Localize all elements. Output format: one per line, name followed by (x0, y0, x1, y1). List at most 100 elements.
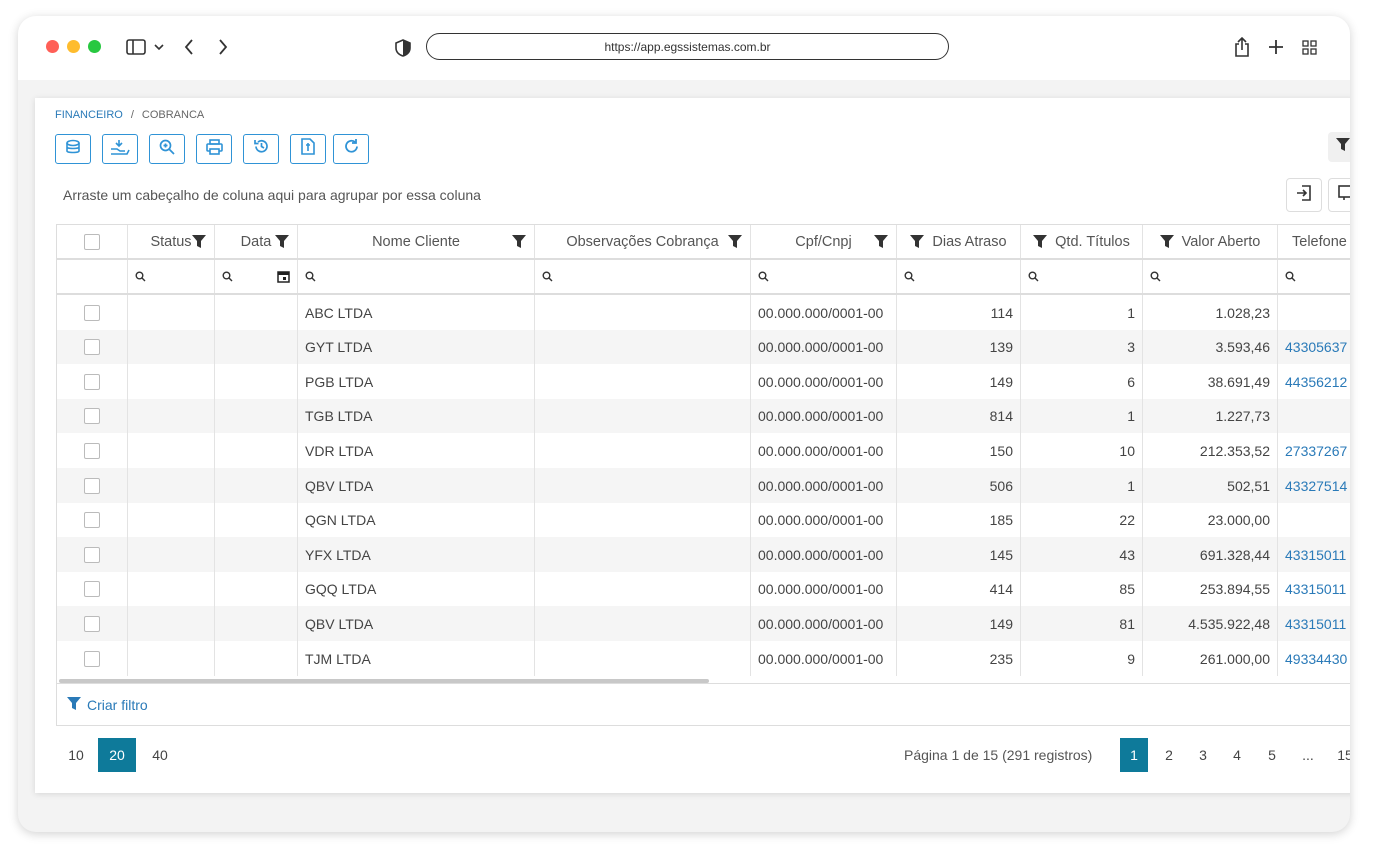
row-checkbox[interactable] (84, 408, 100, 425)
row-checkbox-cell[interactable] (57, 606, 128, 642)
phone-cell[interactable] (1278, 295, 1350, 330)
row-checkbox[interactable] (84, 650, 100, 667)
funnel-icon[interactable] (1159, 235, 1174, 248)
refresh-button[interactable] (333, 134, 369, 164)
new-tab-icon[interactable] (1266, 37, 1286, 57)
filter-cell[interactable] (128, 260, 215, 293)
minimize-window-button[interactable] (67, 40, 80, 53)
export-button[interactable] (1286, 178, 1322, 212)
column-header-nome[interactable]: Nome Cliente (298, 225, 535, 258)
row-checkbox[interactable] (84, 581, 100, 598)
document-button[interactable] (290, 134, 326, 164)
row-checkbox-cell[interactable] (57, 295, 128, 330)
calendar-icon[interactable] (277, 270, 290, 283)
create-filter-link[interactable]: Criar filtro (67, 697, 148, 713)
row-checkbox-cell[interactable] (57, 433, 128, 469)
history-button[interactable] (243, 134, 279, 164)
page-size-40[interactable]: 40 (141, 738, 179, 772)
table-row[interactable]: QGN LTDA 00.000.000/0001-00 185 22 23.000,00 (57, 502, 1350, 538)
phone-cell[interactable] (1278, 399, 1350, 434)
filter-cell[interactable] (298, 260, 535, 293)
row-checkbox-cell[interactable] (57, 537, 128, 573)
column-header-dias[interactable]: Dias Atraso (897, 225, 1021, 258)
row-checkbox[interactable] (84, 373, 100, 390)
column-header-obs[interactable]: Observações Cobrança (535, 225, 751, 258)
column-header-telefone[interactable]: Telefone (1278, 225, 1350, 258)
column-header-valor[interactable]: Valor Aberto (1143, 225, 1278, 258)
phone-cell[interactable]: 43315011 (1278, 537, 1350, 572)
coins-button[interactable] (55, 134, 91, 164)
table-row[interactable]: VDR LTDA 00.000.000/0001-00 150 10 212.353,5… (57, 433, 1350, 469)
column-header-cpf[interactable]: Cpf/Cnpj (751, 225, 897, 258)
page-last-button[interactable]: 15 (1331, 738, 1350, 772)
filter-cell[interactable] (215, 260, 298, 293)
zoom-button[interactable] (149, 134, 185, 164)
address-bar[interactable]: https://app.egssistemas.com.br (426, 33, 949, 60)
table-row[interactable]: PGB LTDA 00.000.000/0001-00 149 6 38.691,49 4… (57, 364, 1350, 400)
table-row[interactable]: QBV LTDA 00.000.000/0001-00 149 81 4.535.922… (57, 606, 1350, 642)
page-size-20[interactable]: 20 (98, 738, 136, 772)
filter-cell[interactable] (1021, 260, 1143, 293)
print-button[interactable] (196, 134, 232, 164)
maximize-window-button[interactable] (88, 40, 101, 53)
row-checkbox[interactable] (84, 339, 100, 356)
column-header-status[interactable]: Status (128, 225, 215, 258)
table-row[interactable]: GYT LTDA 00.000.000/0001-00 139 3 3.593,46 43… (57, 329, 1350, 365)
funnel-icon[interactable] (1033, 235, 1048, 248)
select-all-header[interactable] (57, 225, 128, 258)
sidebar-toggle-icon[interactable] (125, 37, 147, 57)
row-checkbox-cell[interactable] (57, 468, 128, 503)
table-row[interactable]: GQQ LTDA 00.000.000/0001-00 414 85 253.894,5… (57, 571, 1350, 607)
share-icon[interactable] (1232, 35, 1252, 59)
row-checkbox-cell[interactable] (57, 571, 128, 607)
table-row[interactable]: QBV LTDA 00.000.000/0001-00 506 1 502,51 4332… (57, 468, 1350, 503)
row-checkbox[interactable] (84, 442, 100, 459)
select-all-checkbox[interactable] (84, 233, 100, 250)
row-checkbox-cell[interactable] (57, 502, 128, 538)
phone-cell[interactable] (1278, 503, 1350, 538)
filter-cell[interactable] (1278, 260, 1350, 293)
funnel-icon[interactable] (874, 235, 888, 248)
phone-cell[interactable]: 43327514 (1278, 468, 1350, 503)
filter-toggle-button[interactable] (1328, 132, 1350, 162)
filter-cell[interactable] (751, 260, 897, 293)
page-5-button[interactable]: 5 (1258, 738, 1286, 772)
phone-cell[interactable]: 27337267 (1278, 433, 1350, 468)
page-size-10[interactable]: 10 (57, 738, 95, 772)
row-checkbox-cell[interactable] (57, 329, 128, 365)
table-row[interactable]: YFX LTDA 00.000.000/0001-00 145 43 691.328,4… (57, 537, 1350, 573)
filter-cell[interactable] (897, 260, 1021, 293)
funnel-icon[interactable] (512, 235, 526, 248)
row-checkbox-cell[interactable] (57, 641, 128, 676)
row-checkbox[interactable] (84, 512, 100, 529)
table-row[interactable]: TGB LTDA 00.000.000/0001-00 814 1 1.227,73 (57, 398, 1350, 434)
page-2-button[interactable]: 2 (1155, 738, 1183, 772)
page-1-button[interactable]: 1 (1120, 738, 1148, 772)
row-checkbox[interactable] (84, 615, 100, 632)
column-header-qtd[interactable]: Qtd. Títulos (1021, 225, 1143, 258)
forward-icon[interactable] (214, 37, 232, 57)
receive-payment-button[interactable] (102, 134, 138, 164)
row-checkbox[interactable] (84, 304, 100, 321)
funnel-icon[interactable] (275, 235, 289, 248)
phone-cell[interactable]: 43315011 (1278, 572, 1350, 607)
row-checkbox[interactable] (84, 546, 100, 563)
back-icon[interactable] (180, 37, 198, 57)
filter-cell[interactable] (535, 260, 751, 293)
tab-overview-icon[interactable] (1300, 38, 1318, 56)
column-chooser-button[interactable] (1328, 178, 1350, 212)
row-checkbox-cell[interactable] (57, 364, 128, 400)
funnel-icon[interactable] (728, 235, 742, 248)
funnel-icon[interactable] (910, 235, 925, 248)
column-header-data[interactable]: Data (215, 225, 298, 258)
chevron-down-icon[interactable] (152, 39, 166, 55)
table-row[interactable]: TJM LTDA 00.000.000/0001-00 235 9 261.000,00… (57, 641, 1350, 676)
page-3-button[interactable]: 3 (1189, 738, 1217, 772)
table-row[interactable]: ABC LTDA 00.000.000/0001-00 114 1 1.028,23 (57, 295, 1350, 330)
close-window-button[interactable] (46, 40, 59, 53)
funnel-icon[interactable] (192, 235, 206, 248)
phone-cell[interactable]: 44356212 (1278, 364, 1350, 399)
page-4-button[interactable]: 4 (1223, 738, 1251, 772)
phone-cell[interactable]: 49334430 (1278, 641, 1350, 676)
phone-cell[interactable]: 43315011 (1278, 606, 1350, 641)
